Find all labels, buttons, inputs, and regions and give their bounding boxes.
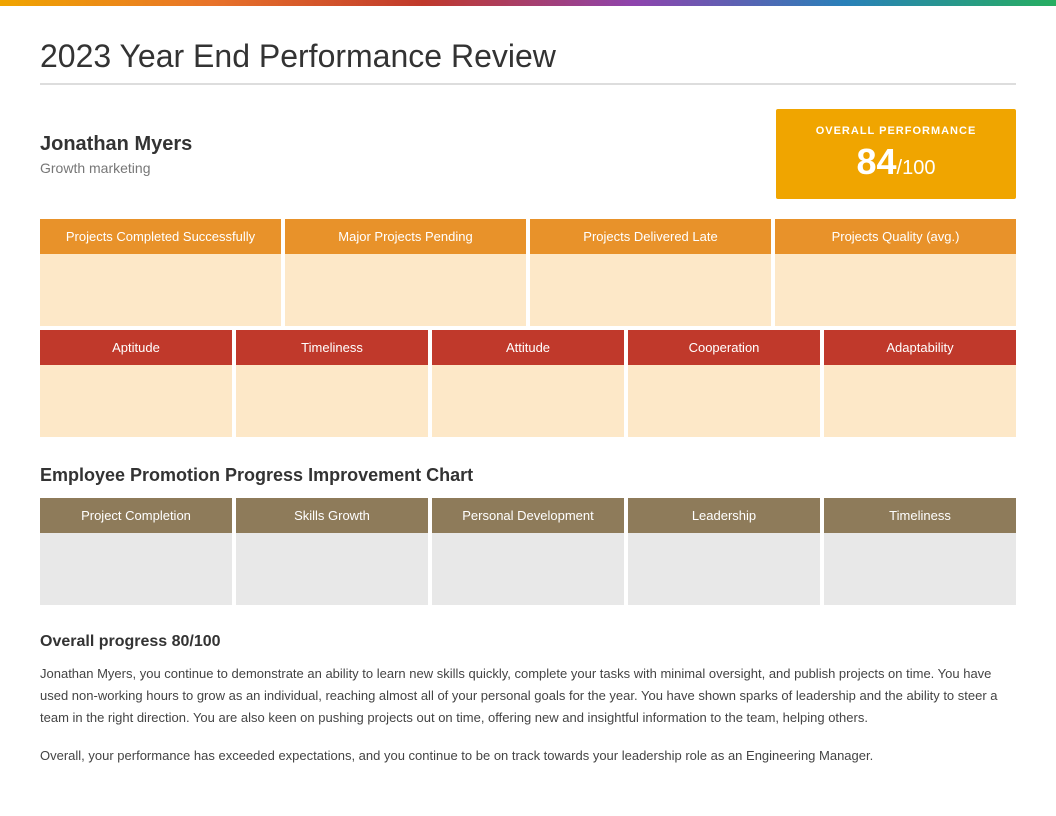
skill-card-3: Cooperation xyxy=(628,330,820,437)
promo-header-2: Personal Development xyxy=(432,498,624,533)
stat-body-2 xyxy=(530,254,771,326)
overall-progress-title: Overall progress 80/100 xyxy=(40,633,1016,651)
skill-header-3: Cooperation xyxy=(628,330,820,365)
promo-header-3: Leadership xyxy=(628,498,820,533)
employee-info: Jonathan Myers Growth marketing xyxy=(40,133,192,176)
promo-card-1: Skills Growth xyxy=(236,498,428,605)
promo-card-4: Timeliness xyxy=(824,498,1016,605)
promo-card-2: Personal Development xyxy=(432,498,624,605)
feedback-text-2: Overall, your performance has exceeded e… xyxy=(40,745,1016,767)
stat-header-3: Projects Quality (avg.) xyxy=(775,219,1016,254)
stat-header-1: Major Projects Pending xyxy=(285,219,526,254)
skill-body-0 xyxy=(40,365,232,437)
stat-card-2: Projects Delivered Late xyxy=(530,219,771,326)
stat-body-0 xyxy=(40,254,281,326)
promo-body-4 xyxy=(824,533,1016,605)
stats-grid: Projects Completed Successfully Major Pr… xyxy=(40,219,1016,326)
score-value: 84 xyxy=(857,141,897,182)
employee-header: Jonathan Myers Growth marketing OVERALL … xyxy=(40,109,1016,199)
stat-header-2: Projects Delivered Late xyxy=(530,219,771,254)
skill-header-1: Timeliness xyxy=(236,330,428,365)
promotion-section-title: Employee Promotion Progress Improvement … xyxy=(40,465,1016,486)
skill-header-0: Aptitude xyxy=(40,330,232,365)
employee-role: Growth marketing xyxy=(40,160,192,176)
promo-header-0: Project Completion xyxy=(40,498,232,533)
promotion-grid: Project Completion Skills Growth Persona… xyxy=(40,498,1016,605)
skill-card-2: Attitude xyxy=(432,330,624,437)
skill-header-2: Attitude xyxy=(432,330,624,365)
stat-header-0: Projects Completed Successfully xyxy=(40,219,281,254)
skill-body-1 xyxy=(236,365,428,437)
promo-header-1: Skills Growth xyxy=(236,498,428,533)
promo-body-2 xyxy=(432,533,624,605)
stat-card-1: Major Projects Pending xyxy=(285,219,526,326)
skill-header-4: Adaptability xyxy=(824,330,1016,365)
overall-performance-label: OVERALL PERFORMANCE xyxy=(808,125,984,137)
stat-card-3: Projects Quality (avg.) xyxy=(775,219,1016,326)
score-denominator: /100 xyxy=(897,157,936,179)
skill-body-3 xyxy=(628,365,820,437)
overall-performance-box: OVERALL PERFORMANCE 84/100 xyxy=(776,109,1016,199)
skill-card-0: Aptitude xyxy=(40,330,232,437)
page-title: 2023 Year End Performance Review xyxy=(40,38,1016,85)
overall-performance-score: 84/100 xyxy=(808,141,984,183)
promo-card-3: Leadership xyxy=(628,498,820,605)
skill-body-2 xyxy=(432,365,624,437)
promo-body-0 xyxy=(40,533,232,605)
skill-card-1: Timeliness xyxy=(236,330,428,437)
promo-body-3 xyxy=(628,533,820,605)
main-content: 2023 Year End Performance Review Jonatha… xyxy=(0,6,1056,799)
feedback-text-1: Jonathan Myers, you continue to demonstr… xyxy=(40,663,1016,729)
skills-grid: Aptitude Timeliness Attitude Cooperation… xyxy=(40,330,1016,437)
employee-name: Jonathan Myers xyxy=(40,133,192,156)
stat-body-1 xyxy=(285,254,526,326)
stat-body-3 xyxy=(775,254,1016,326)
promo-header-4: Timeliness xyxy=(824,498,1016,533)
skill-body-4 xyxy=(824,365,1016,437)
stat-card-0: Projects Completed Successfully xyxy=(40,219,281,326)
promo-card-0: Project Completion xyxy=(40,498,232,605)
skill-card-4: Adaptability xyxy=(824,330,1016,437)
promo-body-1 xyxy=(236,533,428,605)
